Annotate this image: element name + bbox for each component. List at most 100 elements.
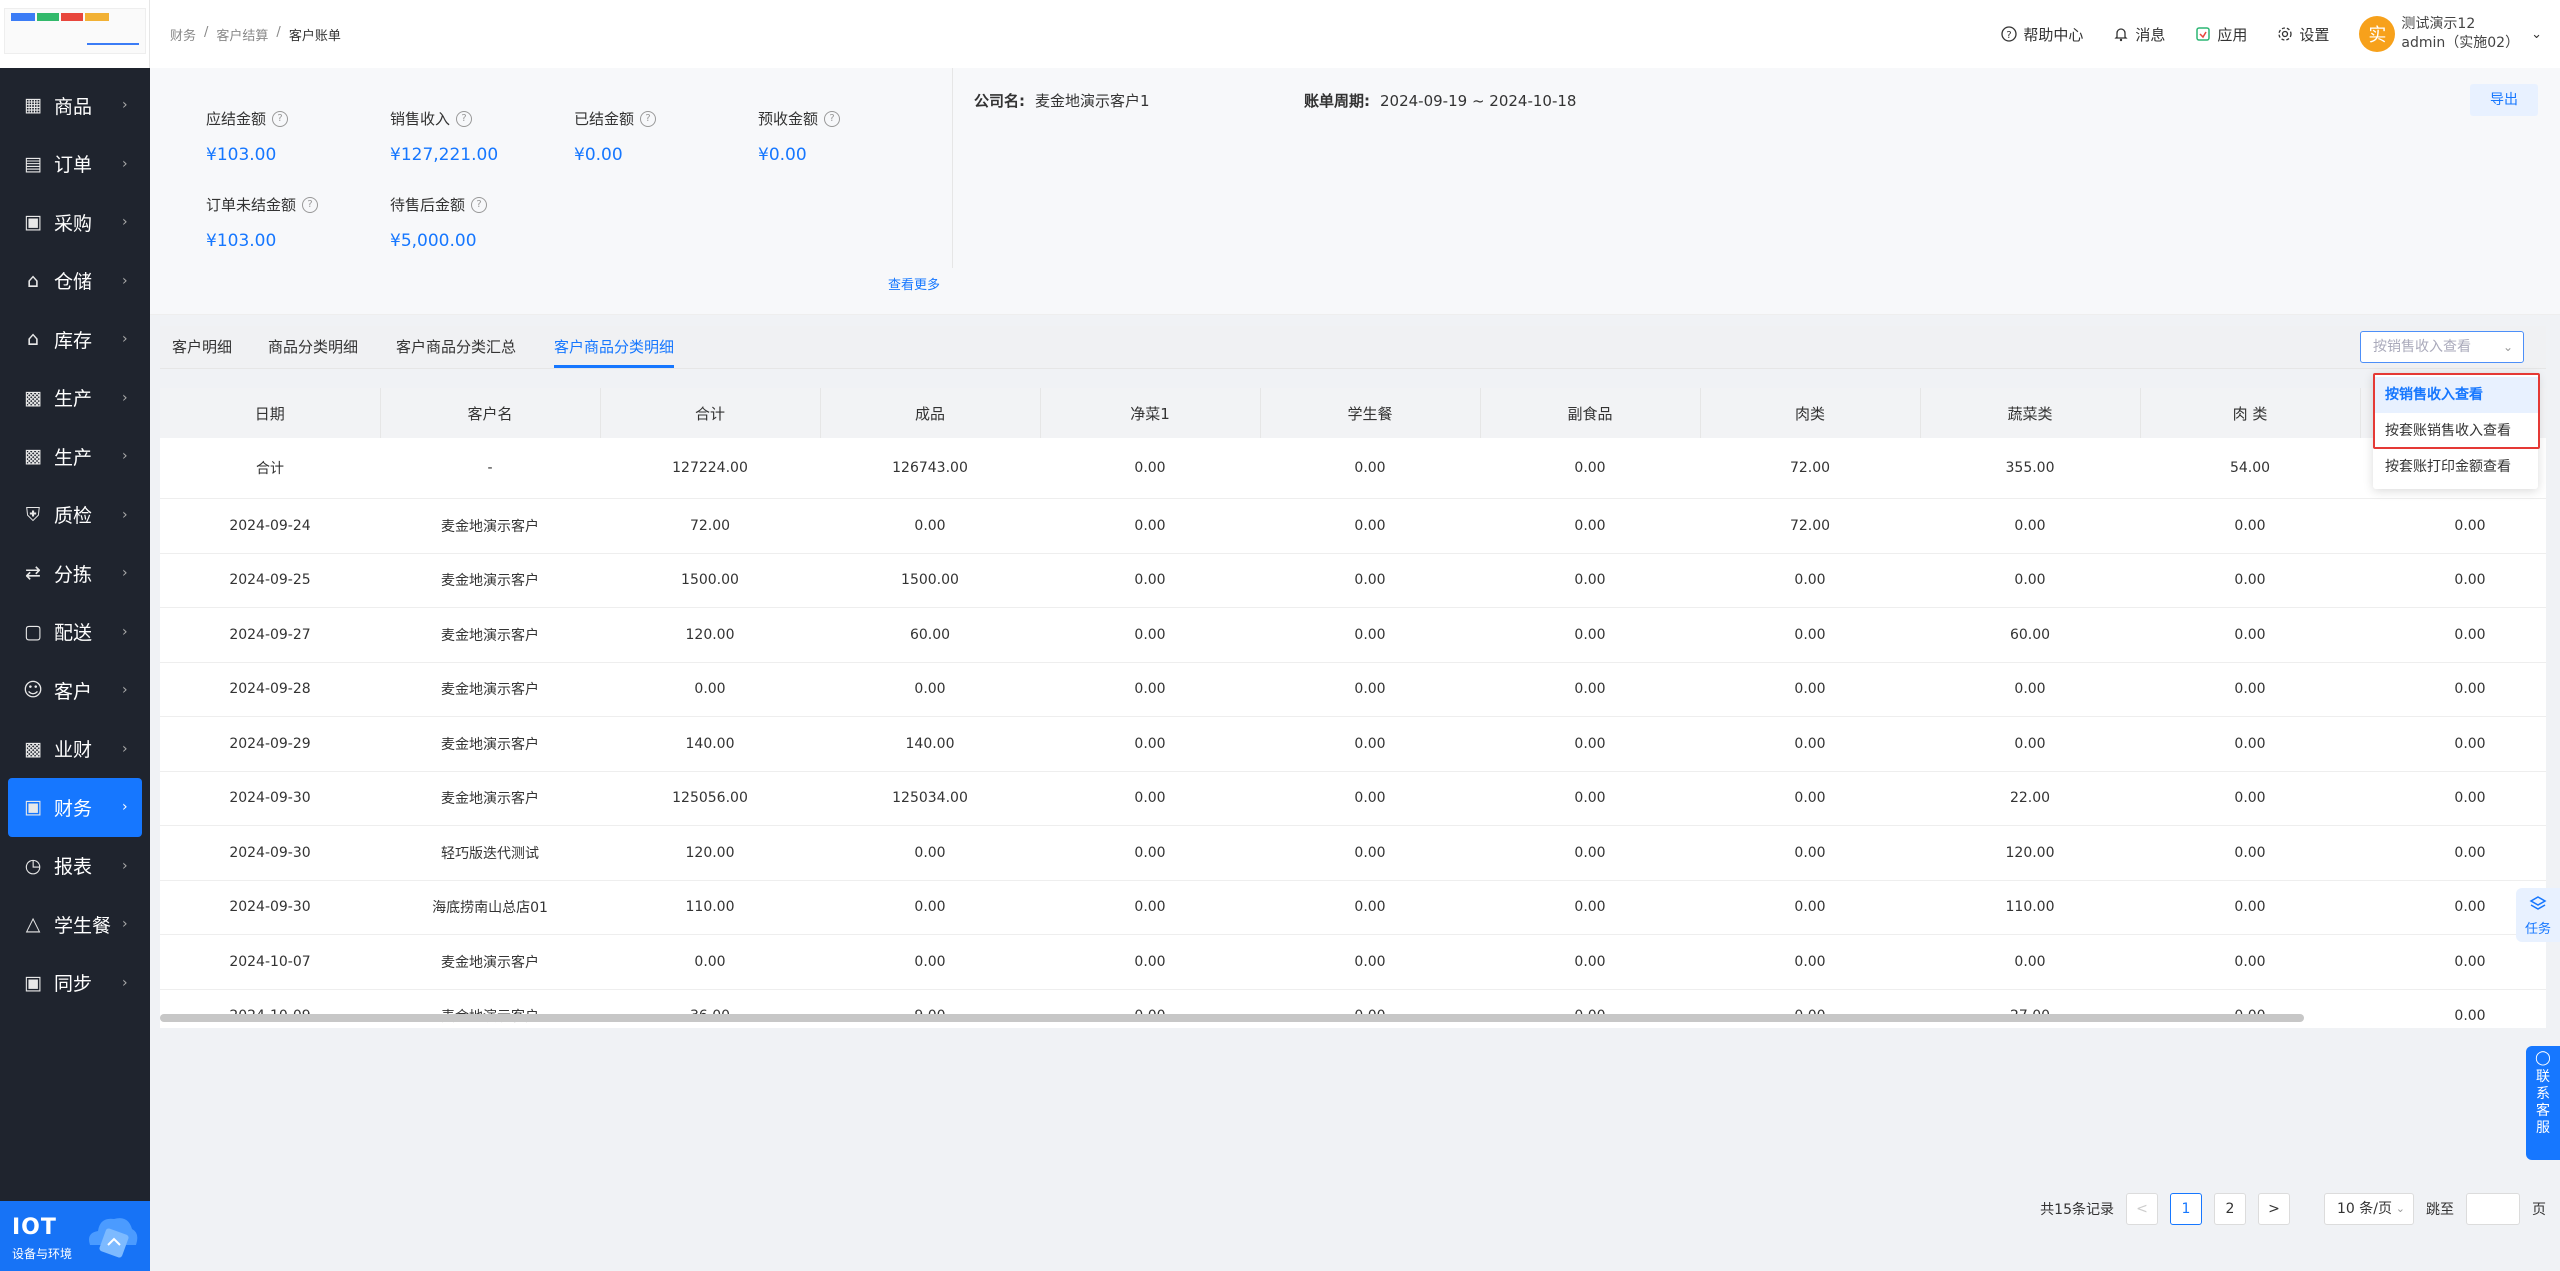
settings-button[interactable]: 设置 [2277,24,2329,45]
sidebar-item-2[interactable]: ▣ 采购 › [0,193,150,252]
user-menu[interactable]: 实 测试演示12 admin（实施02） ⌄ [2359,15,2542,53]
table-cell: 0.00 [2360,771,2546,826]
table-cell: 0.00 [1260,662,1480,717]
layers-icon [2529,896,2547,910]
stat-label: 订单未结金额 [206,196,297,214]
page-button-2[interactable]: 2 [2214,1193,2246,1225]
table-cell: 0.00 [1700,934,1920,990]
table-cell: 0.00 [820,934,1040,990]
sidebar-item-15[interactable]: ▣ 同步 › [0,954,150,1013]
sidebar-item-10[interactable]: ☺ 客户 › [0,661,150,720]
sidebar-item-label: 生产 [54,446,93,469]
jump-page-input[interactable] [2466,1193,2520,1225]
table-cell: 0.00 [1260,438,1480,499]
view-mode-select[interactable]: 按销售收入查看 ⌄ [2360,331,2524,363]
table-cell: 0.00 [1480,553,1700,608]
breadcrumb-item-finance[interactable]: 财务 [170,25,196,44]
sidebar-item-6[interactable]: ▩ 生产 › [0,427,150,486]
tab-customer-category-detail[interactable]: 客户商品分类明细 [554,326,675,368]
sidebar-item-11[interactable]: ▩ 业财 › [0,720,150,779]
user-account: admin（实施02） [2401,35,2520,51]
table-cell: 0.00 [1480,989,1700,1028]
option-ledger-print-amount[interactable]: 按套账打印金额查看 [2373,449,2538,485]
table-cell: 0.00 [1480,825,1700,881]
grid-icon: ▦ [24,94,42,117]
table-cell: 0.00 [2140,771,2360,826]
factory-icon: ▩ [24,445,42,468]
table-cell: 1500.00 [600,553,820,608]
question-icon[interactable]: ? [471,196,488,213]
warehouse-icon: ⌂ [26,269,40,292]
sidebar-item-0[interactable]: ▦ 商品 › [0,76,150,135]
tab-category-detail[interactable]: 商品分类明细 [268,326,358,368]
chevron-right-icon: › [122,916,128,933]
help-center-label: 帮助中心 [2023,25,2084,44]
sidebar-item-label: 订单 [54,154,93,177]
order-icon: ▤ [24,152,42,175]
next-page-button[interactable]: > [2258,1193,2290,1225]
option-sales-income[interactable]: 按销售收入查看 [2373,377,2538,413]
table-row: 2024-09-25 麦金地演示客户 1500.00 1500.00 0.00 0.00 0… [160,553,2546,608]
logo[interactable] [0,0,150,68]
sidebar-item-7[interactable]: ⛨ 质检 › [0,486,150,545]
breadcrumb-item-settlement[interactable]: 客户结算 [216,25,268,44]
tab-customer-detail[interactable]: 客户明细 [172,326,232,368]
question-icon[interactable]: ? [456,110,473,127]
table-cell: 0.00 [1480,934,1700,990]
prev-page-button[interactable]: < [2126,1193,2158,1225]
table-cell: 麦金地演示客户 [380,553,600,608]
table-cell: 72.00 [1700,438,1920,499]
sidebar-item-12[interactable]: ▣ 财务 › [8,778,142,837]
sidebar-item-1[interactable]: ▤ 订单 › [0,135,150,194]
table-cell: 72.00 [600,498,820,554]
view-more-link[interactable]: 查看更多 [888,274,940,293]
export-button[interactable]: 导出 [2470,84,2538,116]
sidebar-item-4[interactable]: ⌂ 库存 › [0,310,150,369]
sidebar-item-14[interactable]: △ 学生餐 › [0,895,150,954]
table-cell: 0.00 [1700,825,1920,881]
chevron-right-icon: › [122,331,128,348]
contact-service-button[interactable]: ◯ 联 系 客 服 [2526,1046,2560,1160]
question-icon[interactable]: ? [302,196,319,213]
sidebar-item-label: 学生餐 [54,914,112,937]
sidebar: ▦ 商品 › ▤ 订单 › ▣ 采购 › ⌂ 仓储 › ⌂ 库存 › ▩ 生产 › ▩ 生产 › ⛨ 质检 › ⇄ 分拣 › ▢ 配送 ›… [0,0,150,1271]
page-size-select[interactable]: 10 条/页 ⌄ [2324,1193,2414,1225]
help-center-button[interactable]: ? 帮助中心 [2001,24,2083,45]
sidebar-item-13[interactable]: ◷ 报表 › [0,837,150,896]
column-header: 肉类 [1700,388,1921,438]
table-cell: 0.00 [1260,989,1480,1028]
view-mode-placeholder: 按销售收入查看 [2373,339,2471,355]
sidebar-item-8[interactable]: ⇄ 分拣 › [0,544,150,603]
table-cell: 0.00 [1480,716,1700,772]
question-icon[interactable]: ? [272,110,289,127]
table-row: 2024-09-28 麦金地演示客户 0.00 0.00 0.00 0.00 0.00 0.0… [160,662,2546,717]
table-cell: 0.00 [600,934,820,990]
iot-subtitle: 设备与环境 [12,1247,73,1261]
option-ledger-sales-income[interactable]: 按套账销售收入查看 [2373,413,2538,449]
sidebar-item-label: 库存 [54,329,93,352]
sidebar-item-5[interactable]: ▩ 生产 › [0,369,150,428]
sidebar-item-label: 质检 [54,505,93,528]
table-cell: 0.00 [1480,498,1700,554]
messages-label: 消息 [2135,25,2166,44]
tab-customer-category-summary[interactable]: 客户商品分类汇总 [396,326,516,368]
service-label-char: 客 [2536,1103,2550,1119]
iot-banner[interactable]: IOT 设备与环境 [0,1201,150,1271]
page-button-1[interactable]: 1 [2170,1193,2202,1225]
messages-button[interactable]: 消息 [2113,24,2165,45]
table-cell: 0.00 [2140,553,2360,608]
chevron-right-icon: › [122,155,128,172]
company-info: 公司名: 麦金地演示客户1 [974,90,1150,111]
table-cell: 0.00 [1040,825,1260,881]
table-cell: 0.00 [820,880,1040,935]
table-cell: 0.00 [1700,880,1920,935]
task-float-button[interactable]: 任务 [2516,888,2560,942]
horizontal-scrollbar[interactable] [160,1014,2304,1022]
table-cell: 0.00 [1480,771,1700,826]
question-icon[interactable]: ? [824,110,841,127]
apps-button[interactable]: 应用 [2195,24,2247,45]
sidebar-item-9[interactable]: ▢ 配送 › [0,603,150,662]
chevron-right-icon: › [122,506,128,523]
question-icon[interactable]: ? [640,110,657,127]
sidebar-item-3[interactable]: ⌂ 仓储 › [0,252,150,311]
